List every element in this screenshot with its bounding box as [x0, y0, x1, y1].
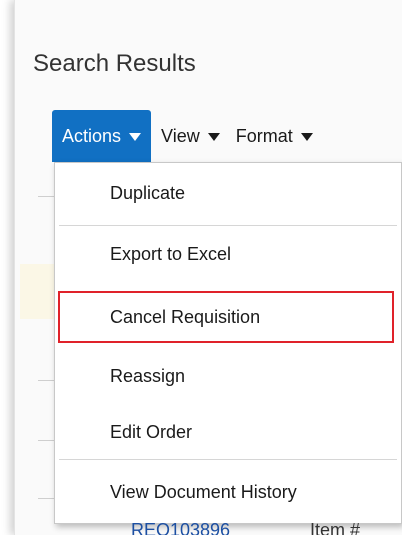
actions-menu-button[interactable]: Actions [52, 110, 152, 162]
page: Search Results Actions View Format Dupli… [0, 0, 402, 535]
menu-divider [59, 459, 397, 460]
format-label: Format [235, 125, 293, 146]
menu-item-view-document-history[interactable]: View Document History [110, 482, 297, 503]
view-label: View [161, 125, 200, 146]
row-divider [38, 380, 54, 381]
actions-label: Actions [62, 125, 122, 146]
page-title: Search Results [33, 50, 196, 77]
menu-item-reassign[interactable]: Reassign [110, 366, 185, 387]
chevron-down-icon [300, 133, 313, 141]
menu-item-edit-order[interactable]: Edit Order [110, 422, 192, 443]
item-cell: Item # [310, 520, 361, 535]
format-menu-button[interactable]: Format [230, 110, 319, 162]
highlight-box [58, 291, 394, 343]
row-divider [38, 440, 54, 441]
chevron-down-icon [129, 133, 142, 141]
selected-row-band [20, 264, 56, 319]
toolbar: Actions View Format [52, 110, 319, 162]
actions-dropdown-menu [54, 162, 402, 524]
requisition-link[interactable]: REQ103896 [131, 520, 230, 535]
row-divider [38, 498, 54, 499]
menu-divider [59, 225, 397, 226]
menu-item-export-to-excel[interactable]: Export to Excel [110, 244, 231, 265]
row-divider [38, 196, 54, 197]
chevron-down-icon [207, 133, 220, 141]
menu-item-duplicate[interactable]: Duplicate [110, 183, 185, 204]
view-menu-button[interactable]: View [155, 110, 226, 162]
